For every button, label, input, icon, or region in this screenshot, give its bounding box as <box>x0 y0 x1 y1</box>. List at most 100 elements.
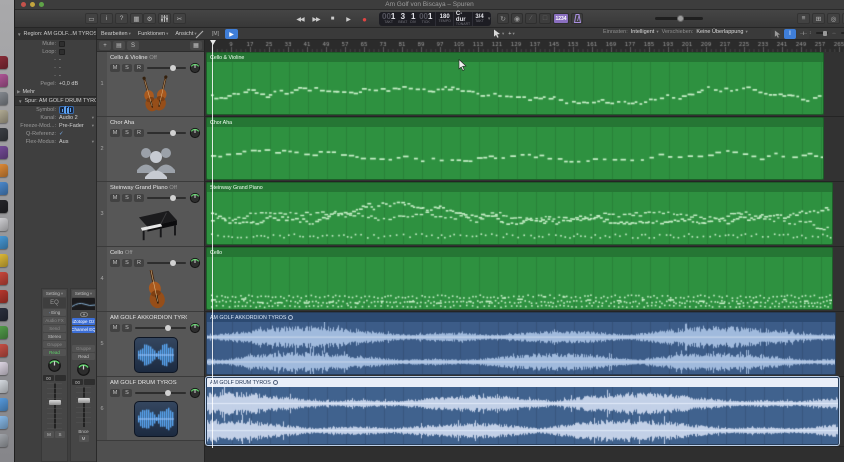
track-volume-slider[interactable] <box>147 65 186 71</box>
stop-button[interactable]: ■ <box>325 13 339 25</box>
dock-app-icon[interactable] <box>0 182 8 195</box>
dock-app-icon[interactable] <box>0 146 8 159</box>
track-m-button[interactable]: M <box>110 259 120 267</box>
solo-button[interactable]: S <box>55 431 65 438</box>
send-slot[interactable]: Send <box>43 325 66 332</box>
inspector-row[interactable]: Symbol: <box>15 106 96 114</box>
playhead[interactable] <box>209 40 216 448</box>
arrange-lane[interactable]: Cello <box>205 247 844 312</box>
region-midi[interactable]: Cello <box>206 247 833 310</box>
region-audio[interactable]: AM GOLF DRUM TYROS <box>205 376 840 446</box>
volume-thumb[interactable] <box>169 260 176 266</box>
dock-app-icon[interactable] <box>0 218 8 231</box>
track-header-2[interactable]: 2 Chor Aha M S R <box>97 117 204 182</box>
inspector-row[interactable]: Q-Referenz: ✓ <box>15 130 96 138</box>
arrange-lane[interactable]: Cello & Violine <box>205 52 844 117</box>
cycle-icon[interactable]: ↻ <box>497 13 509 24</box>
track-header-5[interactable]: 5 AM GOLF AKKORDION TYROS M S <box>97 312 204 377</box>
audio-fx-slot[interactable]: Audio FX <box>43 317 66 324</box>
rewind-button[interactable]: ◀◀ <box>293 13 307 25</box>
fader-thumb[interactable] <box>48 400 61 406</box>
inspector-region-header[interactable]: ▼ Region: AM GOLF...M TYROS <box>15 28 97 40</box>
gain-value[interactable] <box>55 375 66 381</box>
output-slot[interactable]: Stereo <box>43 333 66 340</box>
autopunch-icon[interactable]: ◉ <box>511 13 523 24</box>
track-volume-slider[interactable] <box>147 130 186 136</box>
dock-app-icon[interactable] <box>0 110 8 123</box>
media-browser-icon[interactable]: ⊞ <box>812 13 825 24</box>
track-r-button[interactable]: R <box>134 259 144 267</box>
group-slot[interactable]: Gruppe <box>72 345 95 352</box>
dock-app-icon[interactable] <box>0 416 8 429</box>
play-button[interactable]: ▶ <box>341 13 355 25</box>
catch-playhead-icon[interactable]: ▶ <box>225 29 238 39</box>
forward-button[interactable]: ▶▶ <box>309 13 323 25</box>
vertical-zoom-thumb[interactable] <box>822 30 827 36</box>
dock-app-icon[interactable] <box>0 308 8 321</box>
inspector-row[interactable]: Flex-Modus: Aus ▾ <box>15 138 96 146</box>
dock-app-icon[interactable] <box>0 164 8 177</box>
pan-value[interactable]: 00 <box>72 379 83 385</box>
dock-app-icon[interactable] <box>0 290 8 303</box>
master-volume-thumb[interactable] <box>676 15 684 22</box>
automation-icon[interactable] <box>193 29 206 39</box>
midi-catch-icon[interactable]: [M] <box>209 29 222 39</box>
track-volume-slider[interactable] <box>135 325 186 331</box>
inspector-row[interactable]: -- <box>15 72 96 80</box>
inspector-row[interactable]: Freeze-Mod...: Pre-Fader ▾ <box>15 122 96 130</box>
toolbar-toggle-icon[interactable]: ▦ <box>130 13 143 24</box>
track-header-3[interactable]: 3 Steinway Grand Piano Off M S R <box>97 182 204 247</box>
region-midi[interactable]: Chor Aha <box>206 117 824 180</box>
track-m-button[interactable]: M <box>110 389 120 397</box>
track-header-1[interactable]: 1 Cello & Violine Off M S R <box>97 52 204 117</box>
track-s-button[interactable]: S <box>122 389 132 397</box>
scissors-icon[interactable]: ✂ <box>173 13 186 24</box>
track-volume-slider[interactable] <box>135 390 186 396</box>
pan-knob[interactable] <box>72 361 95 378</box>
volume-thumb[interactable] <box>169 65 176 71</box>
bar-ruler[interactable] <box>205 40 844 53</box>
track-r-button[interactable]: R <box>134 129 144 137</box>
dock-app-icon[interactable] <box>0 344 8 357</box>
region-more-row[interactable]: ▶ Mehr <box>15 88 96 96</box>
stepper-icon[interactable]: ▾ <box>92 115 94 121</box>
mute-button[interactable]: M <box>44 431 54 438</box>
lcd-dropdown-icon[interactable]: ▾ <box>486 12 493 26</box>
quick-help-icon[interactable]: ▭ <box>85 13 98 24</box>
fader-thumb[interactable] <box>77 398 90 404</box>
dock-app-icon[interactable] <box>0 380 8 393</box>
dock-app-icon[interactable] <box>0 362 8 375</box>
menu-bearbeiten[interactable]: Bearbeiten ▾ <box>101 31 131 37</box>
volume-fader[interactable] <box>45 383 64 429</box>
master-volume-slider[interactable] <box>655 15 703 22</box>
gain-value[interactable] <box>84 379 95 385</box>
horizontal-zoom-slider[interactable] <box>840 32 844 34</box>
track-grid-icon[interactable]: ▦ <box>190 41 202 50</box>
dock-app-icon[interactable] <box>0 326 8 339</box>
menu-funktionen[interactable]: Funktionen ▾ <box>138 31 168 37</box>
drag-menu[interactable]: Keine Überlappung ▾ <box>696 29 747 35</box>
volume-thumb[interactable] <box>164 325 171 331</box>
pan-value[interactable]: 00 <box>43 375 54 381</box>
checkbox[interactable] <box>59 49 65 55</box>
volume-thumb[interactable] <box>169 130 176 136</box>
global-solo-button[interactable]: S <box>127 41 139 50</box>
dock-app-icon[interactable] <box>0 254 8 267</box>
smart-controls-icon[interactable]: ⚙ <box>143 13 156 24</box>
track-r-button[interactable]: R <box>134 194 144 202</box>
pan-knob[interactable] <box>43 357 66 374</box>
vertical-zoom-slider[interactable] <box>815 30 828 36</box>
region-midi[interactable]: Cello & Violine <box>206 52 824 115</box>
macos-dock[interactable] <box>0 0 14 462</box>
region-midi[interactable]: Steinway Grand Piano <box>206 182 833 245</box>
volume-thumb[interactable] <box>164 390 171 396</box>
track-s-button[interactable]: S <box>122 324 132 332</box>
track-m-button[interactable]: M <box>110 64 120 72</box>
input-slot[interactable]: ◦ Eing <box>43 309 66 316</box>
help-icon[interactable]: ? <box>115 13 128 24</box>
arrange-lane[interactable]: AM GOLF DRUM TYROS <box>205 376 844 447</box>
text-tool-button[interactable]: I <box>784 29 796 39</box>
pointer-tool-button[interactable] <box>771 29 783 39</box>
track-symbol-waveform-icon[interactable] <box>59 106 74 114</box>
inspector-row[interactable]: Kanal: Audio 2 ▾ <box>15 114 96 122</box>
